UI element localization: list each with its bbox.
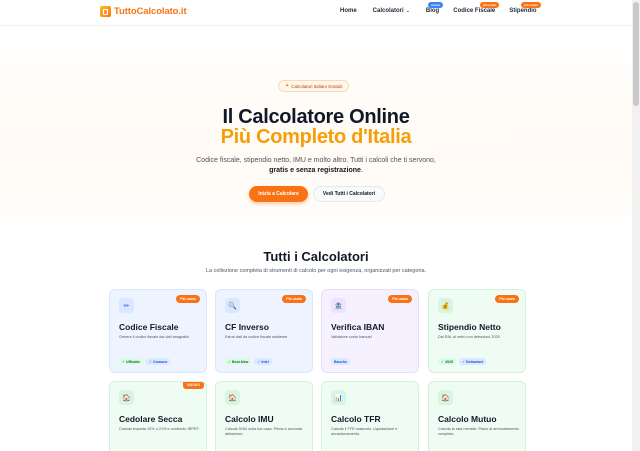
card-badge: Più usato: [495, 295, 519, 303]
top-navbar: TuttoCalcolato.it Home Calcolatori ⌄ Blo…: [0, 0, 632, 26]
card-title: Verifica IBAN: [331, 322, 385, 332]
vertical-scrollbar[interactable]: [632, 0, 640, 451]
bank-icon: 🏦: [331, 298, 346, 313]
card-description: Estrai dati da codice fiscale esistente: [225, 335, 288, 339]
card-description: Calcola il TFR maturato. Liquidazione e …: [331, 427, 398, 437]
card-title: Calcolo IMU: [225, 414, 274, 424]
card-title: Cedolare Secca: [119, 414, 183, 424]
page: TuttoCalcolato.it Home Calcolatori ⌄ Blo…: [0, 0, 632, 451]
card-tag: ✓ Best-New: [225, 358, 252, 365]
hero-pill-text: Calcolatori Italiani Gratuiti: [291, 83, 343, 89]
card-badge: Più usato: [176, 295, 200, 303]
card-tag: ✓ Ufficiale: [119, 358, 143, 365]
nav-link-calcolatori-label: Calcolatori: [372, 8, 404, 14]
stipendio-badge: più usato: [521, 2, 541, 8]
card-description: Genera il codice fiscale dai dati anagra…: [119, 335, 190, 339]
card-description: Dal RAL al netto con detrazioni 2025: [438, 335, 500, 339]
card-verifica-iban[interactable]: Più usato 🏦 Verifica IBAN Validatore con…: [321, 289, 419, 373]
card-codice-fiscale[interactable]: Più usato ✏ Codice Fiscale Genera il cod…: [109, 289, 207, 373]
card-tags: Banche: [331, 358, 350, 365]
card-tag: ✓ Comune: [146, 358, 171, 365]
card-stipendio-netto[interactable]: Più usato 💰 Stipendio Netto Dal RAL al n…: [428, 289, 526, 373]
site-logo[interactable]: TuttoCalcolato.it: [100, 6, 187, 17]
card-title: Calcolo TFR: [331, 414, 381, 424]
sparkle-icon: ✦: [285, 83, 290, 89]
hero-title-line2: Più Completo d'Italia: [220, 126, 412, 148]
chart-icon: 📊: [331, 390, 346, 405]
section-title: Tutti i Calcolatori: [263, 249, 369, 264]
card-title: Stipendio Netto: [438, 322, 501, 332]
money-icon: 💰: [438, 298, 453, 313]
nav-link-codice-fiscale-label: Codice Fiscale: [453, 8, 496, 14]
card-description: Calcola l'IMU sulla tua casa. Prima e se…: [225, 427, 303, 437]
card-badge-new: NUOVO: [183, 382, 204, 389]
card-calcolo-imu[interactable]: 🏠 Calcolo IMU Calcola l'IMU sulla tua ca…: [215, 381, 313, 451]
card-tag: ✓ 2025: [438, 358, 457, 365]
house-icon: 🏠: [119, 390, 134, 405]
card-title: Calcolo Mutuo: [438, 414, 497, 424]
logo-text: TuttoCalcolato.it: [114, 6, 187, 17]
card-description: Validatore conto bancari: [331, 335, 372, 339]
card-cedolare-secca[interactable]: NUOVO 🏠 Cedolare Secca Calcola imposta 1…: [109, 381, 207, 451]
card-badge: Più usato: [282, 295, 306, 303]
card-title: CF Inverso: [225, 322, 269, 332]
nav-link-stipendio-label: Stipendio: [509, 8, 537, 14]
card-badge: Più usato: [388, 295, 412, 303]
nav-links: Home Calcolatori ⌄ Blog nuovo Codice Fis…: [340, 2, 541, 14]
hero-subtitle-line2: gratis e senza registrazione.: [0, 167, 632, 174]
nav-link-stipendio[interactable]: Stipendio più usato: [509, 2, 541, 14]
house-icon: 🏠: [225, 390, 240, 405]
pencil-icon: ✏: [119, 298, 134, 313]
hero-subtitle-bold: gratis e senza registrazione: [269, 167, 361, 174]
chevron-down-icon: ⌄: [405, 8, 410, 14]
codice-fiscale-badge: più usato: [479, 2, 500, 8]
card-description: Calcola la rata mensile. Piano di ammort…: [438, 427, 519, 437]
card-tag: Banche: [331, 358, 350, 365]
start-calculating-button[interactable]: Inizia a Calcolare: [249, 186, 308, 202]
blog-badge: nuovo: [428, 2, 444, 8]
card-cf-inverso[interactable]: Più usato 🔍 CF Inverso Estrai dati da co…: [215, 289, 313, 373]
hero-pill-badge: ✦ Calcolatori Italiani Gratuiti: [278, 80, 350, 92]
card-description: Calcola imposta 10% o 21% e confronto IR…: [119, 427, 200, 431]
hero-subtitle-line1: Codice fiscale, stipendio netto, IMU e m…: [196, 157, 436, 164]
card-calcolo-tfr[interactable]: 📊 Calcolo TFR Calcola il TFR maturato. L…: [321, 381, 419, 451]
card-calcolo-mutuo[interactable]: 🏠 Calcolo Mutuo Calcola la rata mensile.…: [428, 381, 526, 451]
house-icon: 🏠: [438, 390, 453, 405]
magnifier-icon: 🔍: [225, 298, 240, 313]
view-all-calculators-button[interactable]: Vedi Tutti i Calcolatori: [313, 186, 385, 202]
nav-link-blog[interactable]: Blog nuovo: [425, 2, 444, 14]
section-subtitle: La collezione completa di strumenti di c…: [205, 268, 427, 274]
card-tag: ✓ Intel: [254, 358, 272, 365]
scrollbar-thumb[interactable]: [633, 2, 639, 106]
hero-subtitle-end: .: [360, 167, 363, 174]
card-tags: ✓ 2025 ✓ Detrazioni: [438, 358, 487, 365]
nav-link-blog-label: Blog: [425, 8, 440, 14]
calculator-icon: [100, 6, 111, 17]
card-tag: ✓ Detrazioni: [459, 358, 487, 365]
card-title: Codice Fiscale: [119, 322, 179, 332]
nav-link-home[interactable]: Home: [340, 8, 357, 14]
card-tags: ✓ Best-New ✓ Intel: [225, 358, 272, 365]
nav-link-codice-fiscale[interactable]: Codice Fiscale più usato: [453, 2, 500, 14]
card-tags: ✓ Ufficiale ✓ Comune: [119, 358, 171, 365]
nav-link-calcolatori[interactable]: Calcolatori ⌄: [373, 8, 410, 14]
